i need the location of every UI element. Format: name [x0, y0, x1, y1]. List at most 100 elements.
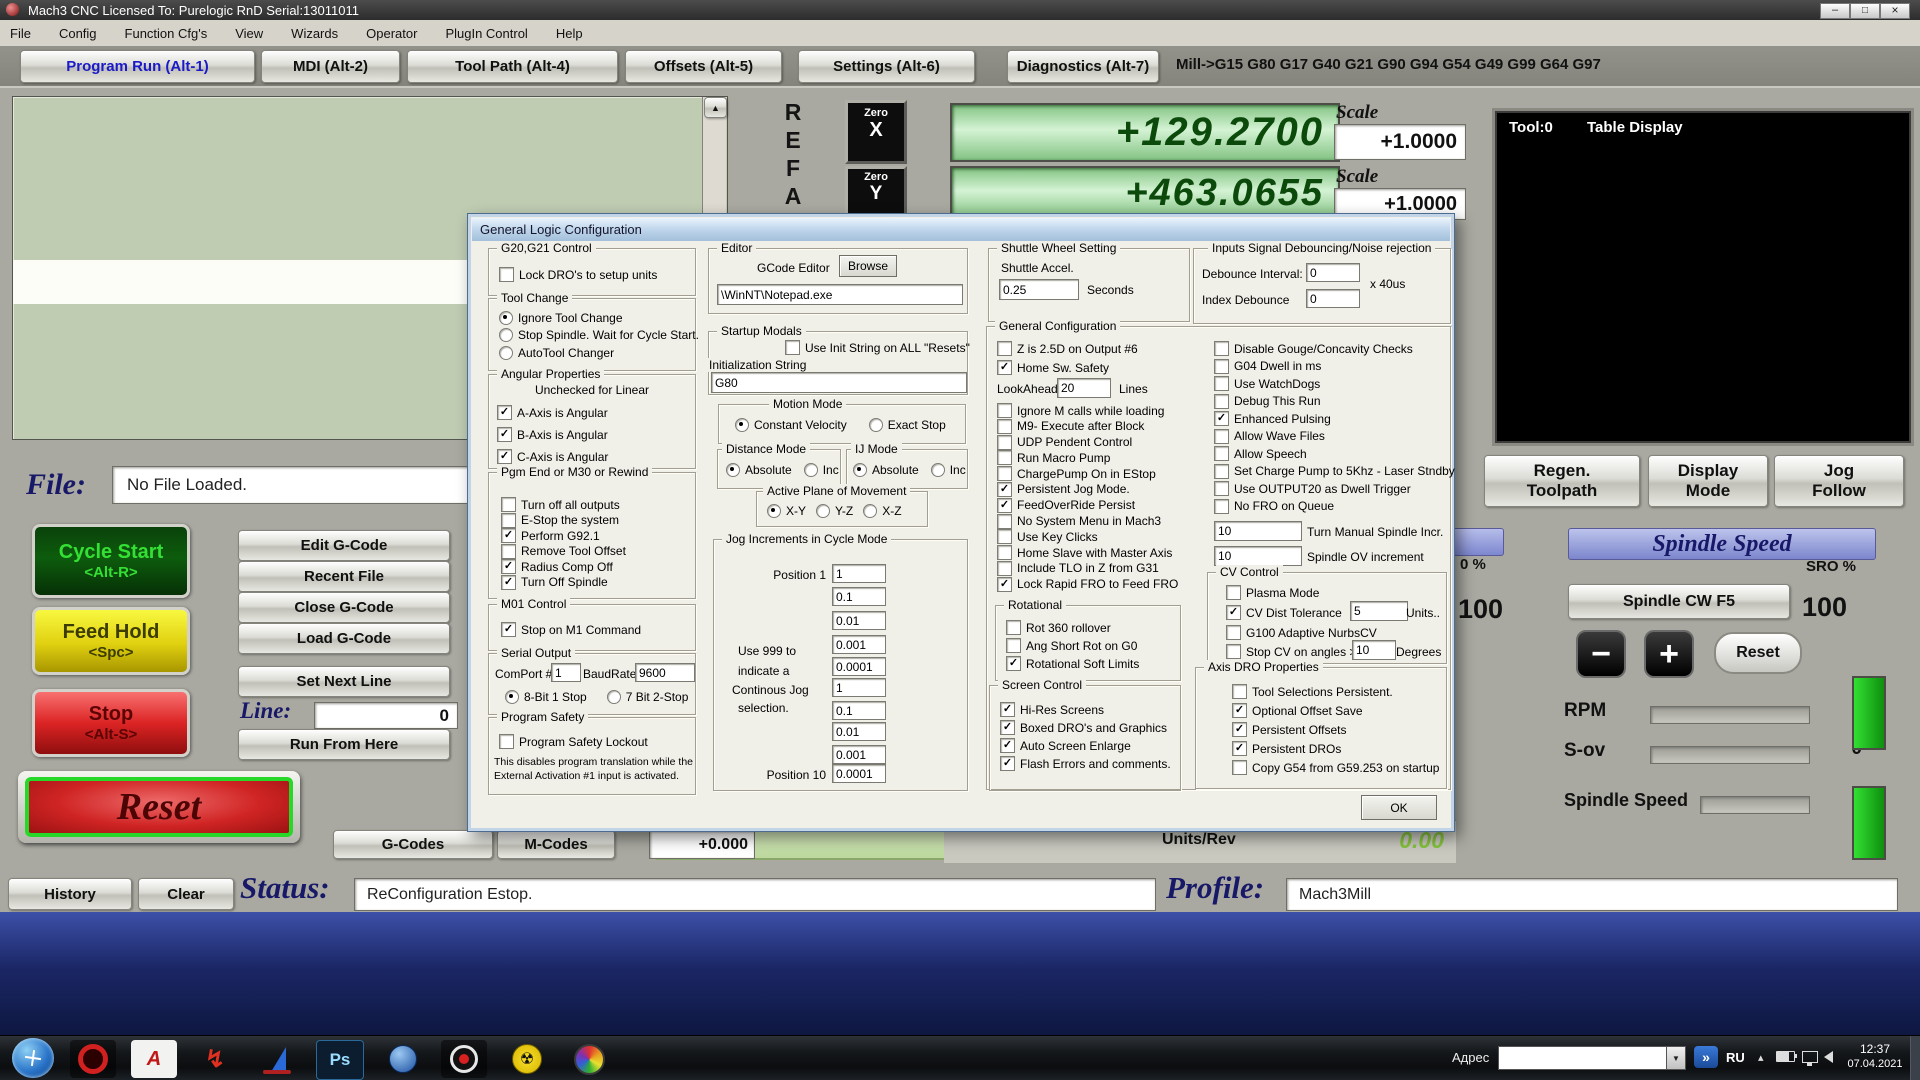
checkbox[interactable] [1214, 481, 1229, 496]
battery-icon[interactable] [1776, 1051, 1795, 1062]
dro-y-axis[interactable]: +463.0655 [950, 166, 1340, 220]
checkbox[interactable]: ✓ [1214, 411, 1229, 426]
checkbox[interactable]: ✓ [1000, 720, 1015, 735]
radio[interactable] [853, 463, 867, 477]
g100-nurbs-checkbox[interactable] [1226, 625, 1241, 640]
line-value[interactable]: 0 [314, 702, 458, 729]
checkbox[interactable]: ✓ [497, 427, 512, 442]
spindle-increase-button[interactable]: + [1644, 630, 1694, 678]
clear-button[interactable]: Clear [138, 878, 234, 910]
radio-row[interactable]: 8-Bit 1 Stop [505, 690, 587, 703]
checkbox-row[interactable]: Allow Wave Files [1214, 429, 1455, 444]
checkbox-row[interactable]: ✓Persistent DROs [1232, 741, 1439, 756]
checkbox[interactable] [997, 561, 1012, 576]
photoshop-icon[interactable]: Ps [316, 1040, 364, 1080]
checkbox[interactable] [997, 466, 1012, 481]
radio[interactable] [863, 504, 877, 518]
jog-follow-button[interactable]: Jog Follow [1774, 455, 1904, 507]
checkbox-row[interactable]: Run Macro Pump [997, 450, 1178, 465]
sailboat-icon[interactable] [255, 1040, 301, 1078]
address-go-icon[interactable]: » [1694, 1046, 1718, 1068]
checkbox[interactable]: ✓ [997, 577, 1012, 592]
blue-orb-icon[interactable] [380, 1040, 426, 1078]
checkbox[interactable] [501, 544, 516, 559]
checkbox-row[interactable]: G04 Dwell in ms [1214, 359, 1455, 374]
checkbox-row[interactable]: ✓Perform G92.1 [501, 528, 626, 543]
red-app-icon[interactable]: ↯ [192, 1040, 238, 1078]
edit-gcode-button[interactable]: Edit G-Code [238, 530, 450, 561]
checkbox-row[interactable]: Debug This Run [1214, 394, 1455, 409]
dro-x-axis[interactable]: +129.2700 [950, 103, 1340, 162]
checkbox-row[interactable]: ChargePump On in EStop [997, 466, 1178, 481]
checkbox[interactable]: ✓ [1000, 738, 1015, 753]
menu-operator[interactable]: Operator [366, 26, 417, 41]
spindle-ov-incr-input[interactable]: 10 [1214, 546, 1302, 566]
close-gcode-button[interactable]: Close G-Code [238, 592, 450, 623]
checkbox[interactable] [1214, 359, 1229, 374]
checkbox[interactable]: ✓ [501, 575, 516, 590]
palette-icon[interactable] [566, 1040, 612, 1078]
manual-spindle-incr-input[interactable]: 10 [1214, 521, 1302, 541]
rpm-slider[interactable] [1650, 706, 1810, 724]
recent-file-button[interactable]: Recent File [238, 561, 450, 592]
cycle-start-button[interactable]: Cycle Start <Alt-R> [32, 524, 190, 598]
jog-increment-9[interactable]: 0.001 [832, 745, 886, 764]
baudrate-input[interactable]: 9600 [635, 663, 695, 682]
checkbox[interactable] [1214, 464, 1229, 479]
jog-increment-10[interactable]: 0.0001 [832, 764, 886, 783]
radio-row[interactable]: AutoTool Changer [499, 346, 699, 359]
checkbox[interactable] [501, 513, 516, 528]
minimize-button[interactable]: – [1820, 3, 1850, 19]
checkbox[interactable]: ✓ [997, 498, 1012, 513]
stop-cv-checkbox[interactable] [1226, 644, 1241, 659]
set-next-line-button[interactable]: Set Next Line [238, 666, 450, 697]
recorder-app-icon[interactable] [441, 1040, 487, 1078]
checkbox[interactable] [1214, 376, 1229, 391]
checkbox[interactable] [997, 450, 1012, 465]
start-button[interactable] [12, 1038, 54, 1078]
checkbox[interactable] [997, 545, 1012, 560]
pdf-reader-icon[interactable]: A [131, 1040, 177, 1078]
checkbox-row[interactable]: Home Slave with Master Axis [997, 545, 1178, 560]
show-desktop-button[interactable] [1910, 1036, 1920, 1080]
checkbox-row[interactable]: Use WatchDogs [1214, 376, 1455, 391]
radio-row[interactable]: Ignore Tool Change [499, 311, 699, 324]
display-mode-button[interactable]: Display Mode [1648, 455, 1768, 507]
checkbox[interactable] [1214, 446, 1229, 461]
radio[interactable] [499, 328, 513, 342]
checkbox-row[interactable]: Tool Selections Persistent. [1232, 684, 1439, 699]
checkbox-row[interactable]: ✓C-Axis is Angular [497, 449, 608, 464]
radio-row[interactable]: Inc [804, 463, 839, 476]
jog-increment-2[interactable]: 0.1 [832, 587, 886, 606]
checkbox-row[interactable]: ✓B-Axis is Angular [497, 427, 608, 442]
radio[interactable] [869, 418, 883, 432]
menu-plugin-control[interactable]: PlugIn Control [445, 26, 527, 41]
checkbox-row[interactable]: ✓A-Axis is Angular [497, 405, 608, 420]
radio-row[interactable]: Y-Z [816, 504, 853, 517]
radio[interactable] [505, 690, 519, 704]
checkbox[interactable] [501, 497, 516, 512]
checkbox[interactable] [1214, 341, 1229, 356]
feed-hold-button[interactable]: Feed Hold <Spc> [32, 607, 190, 675]
network-icon[interactable] [1802, 1051, 1818, 1063]
maximize-button[interactable]: □ [1850, 3, 1880, 19]
jog-increment-7[interactable]: 0.1 [832, 701, 886, 720]
checkbox-row[interactable]: Ang Short Rot on G0 [1006, 638, 1139, 653]
address-dropdown-icon[interactable]: ▼ [1666, 1046, 1686, 1070]
checkbox[interactable] [499, 734, 514, 749]
jog-increment-1[interactable]: 1 [832, 564, 886, 583]
tab-diagnostics[interactable]: Diagnostics (Alt-7) [1007, 50, 1159, 83]
checkbox-row[interactable]: M9- Execute after Block [997, 419, 1178, 434]
cv-dist-tolerance-input[interactable]: 5 [1350, 601, 1408, 621]
radio-row[interactable]: 7 Bit 2-Stop [607, 690, 689, 703]
checkbox-row[interactable]: Use OUTPUT20 as Dwell Trigger [1214, 481, 1455, 496]
jog-increment-8[interactable]: 0.01 [832, 722, 886, 741]
checkbox[interactable] [997, 435, 1012, 450]
checkbox-row[interactable]: Disable Gouge/Concavity Checks [1214, 341, 1455, 356]
checkbox[interactable] [997, 341, 1012, 356]
checkbox[interactable]: ✓ [997, 482, 1012, 497]
spindle-indicator-bar-top[interactable] [1852, 676, 1886, 750]
volume-icon[interactable] [1824, 1051, 1833, 1063]
checkbox[interactable]: ✓ [501, 622, 516, 637]
clock[interactable]: 12:37 07.04.2021 [1844, 1042, 1906, 1072]
